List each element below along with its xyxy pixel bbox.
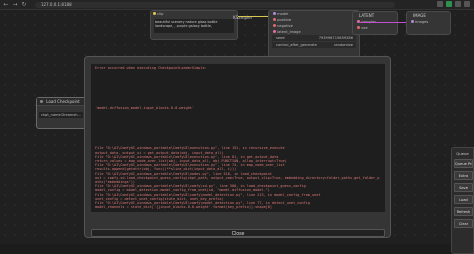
menu-icon[interactable] — [464, 1, 470, 7]
image-node[interactable]: IMAGE images — [406, 11, 451, 35]
clip-text-node[interactable]: clip beautiful scenery nature glass bott… — [150, 10, 238, 40]
error-dialog: Error occurred when executing Checkpoint… — [84, 56, 391, 238]
prompt-textarea[interactable]: beautiful scenery nature glass bottle la… — [154, 19, 234, 33]
error-log-line — [95, 86, 381, 90]
widget-label: control_after_generate — [276, 43, 317, 47]
title-text: Load Checkpoint — [46, 99, 80, 104]
sampler-widget-seed[interactable]: seed 793996715659286 — [272, 35, 356, 41]
widget-value: Dreamsh... — [61, 113, 81, 117]
browser-toolbar: ← → ↻ 127.0.0.1:8188 — [0, 0, 474, 10]
ksampler-node[interactable]: model positive negative latent_image see… — [268, 10, 360, 58]
error-log-line: model_channels = state_dict['{}input_blo… — [95, 205, 273, 210]
vae-dot[interactable] — [357, 26, 360, 29]
input-label: model — [277, 12, 289, 16]
input-label: latent_image — [277, 30, 301, 34]
images-dot[interactable] — [411, 20, 414, 23]
connection-wire — [238, 16, 268, 17]
widget-label: seed — [276, 36, 285, 40]
input-label: positive — [277, 18, 292, 22]
input-label: vae — [361, 26, 368, 30]
model-dot[interactable] — [273, 12, 276, 15]
clip-input: clip — [151, 11, 237, 17]
clip-input-label: clip — [157, 12, 164, 16]
error-log-line: out = comfy.sd.load_checkpoint_guess_con… — [95, 175, 380, 185]
latent-dot[interactable] — [273, 30, 276, 33]
connection-wire — [360, 22, 406, 23]
queue-prompt-button[interactable]: Queue Prompt — [454, 159, 473, 168]
extension-icon[interactable] — [446, 1, 452, 7]
input-label: negative — [277, 24, 293, 28]
side-menu: Queue Queue Prompt Extra Save Load Refre… — [451, 147, 474, 254]
address-bar[interactable]: 127.0.0.1:8188 — [35, 1, 395, 8]
extension-icons — [437, 1, 470, 7]
error-log[interactable]: Error occurred when executing Checkpoint… — [91, 64, 385, 212]
reload-icon[interactable]: ↻ — [21, 1, 27, 8]
extension-icon[interactable] — [455, 1, 461, 7]
input-label: images — [415, 20, 429, 24]
back-icon[interactable]: ← — [3, 1, 9, 8]
load-checkpoint-title: Load Checkpoint — [37, 98, 85, 106]
load-checkpoint-node[interactable]: Load Checkpoint ckpt_name Dreamsh... — [36, 97, 86, 129]
queue-header: Queue — [456, 151, 469, 156]
image-input-images: images — [407, 19, 450, 25]
ckpt-widget[interactable]: ckpt_name Dreamsh... — [39, 112, 83, 118]
error-log-line — [95, 126, 381, 130]
negative-dot[interactable] — [273, 24, 276, 27]
image-title: IMAGE — [413, 13, 426, 18]
error-log-line: 'model.diffusion_model.input_blocks.0.0.… — [95, 106, 195, 111]
node-status-icon — [40, 100, 43, 103]
widget-value: 793996715659286 — [318, 36, 353, 40]
latent-title: LATENT — [359, 13, 375, 18]
widget-label: ckpt_name — [41, 113, 61, 117]
clip-input-dot[interactable] — [153, 12, 156, 15]
extension-icon[interactable] — [437, 1, 443, 7]
positive-dot[interactable] — [273, 18, 276, 21]
widget-value: randomize — [333, 43, 353, 47]
latent-input-vae: vae — [353, 25, 397, 31]
extra-options-button[interactable]: Extra — [454, 171, 473, 180]
save-button[interactable]: Save — [454, 183, 473, 192]
sampler-widget-control[interactable]: control_after_generate randomize — [272, 42, 356, 48]
error-log-line: Error occurred when executing Checkpoint… — [95, 66, 207, 70]
latent-node[interactable]: LATENT samples vae — [352, 11, 398, 35]
close-button[interactable]: Close — [91, 229, 385, 237]
forward-icon[interactable]: → — [12, 1, 18, 8]
refresh-button[interactable]: Refresh — [454, 207, 473, 216]
load-button[interactable]: Load — [454, 195, 473, 204]
clear-button[interactable]: Clear — [454, 219, 473, 228]
ckpt-output-row — [37, 106, 85, 111]
